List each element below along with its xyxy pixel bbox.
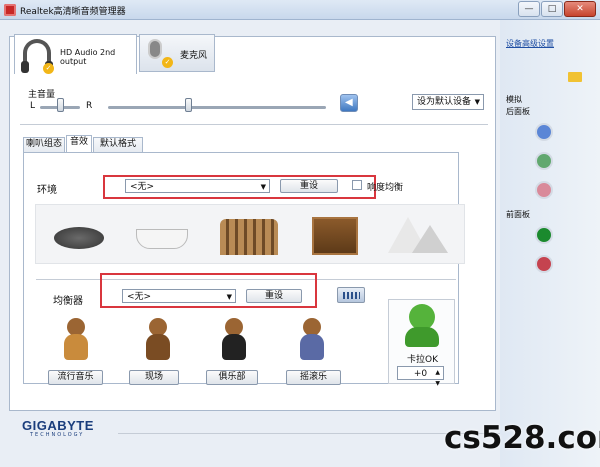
environment-wooden-stage[interactable] bbox=[294, 205, 378, 265]
master-volume-thumb[interactable] bbox=[185, 98, 192, 112]
equalizer-reset-button[interactable]: 重设 bbox=[246, 289, 302, 303]
speaker-mute-button[interactable]: ◀ bbox=[340, 94, 358, 112]
pop-icon bbox=[58, 318, 94, 362]
divider bbox=[20, 124, 488, 125]
front-panel-label: 前面板 bbox=[506, 210, 530, 219]
loudness-label: 响度均衡 bbox=[367, 183, 404, 193]
wooden-stage-icon bbox=[312, 217, 358, 255]
brand-subtitle: TECHNOLOGY bbox=[30, 432, 85, 438]
tab-speaker-config[interactable]: 喇叭组态 bbox=[23, 137, 65, 152]
karaoke-value: +0 bbox=[413, 369, 428, 379]
live-icon bbox=[140, 318, 176, 362]
environment-stone-disc[interactable] bbox=[36, 205, 120, 265]
eq-preset-rock-button[interactable]: 摇滚乐 bbox=[286, 370, 341, 385]
karaoke-panel: 卡拉OK +0 ▲ ▼ bbox=[388, 299, 455, 387]
speaker-icon: ◀ bbox=[345, 97, 353, 108]
rock-icon bbox=[294, 318, 330, 362]
rear-pink-jack[interactable] bbox=[535, 181, 553, 199]
dropdown-value: <无> bbox=[127, 292, 152, 302]
eq-preset-pop-button[interactable]: 流行音乐 bbox=[48, 370, 103, 385]
dropdown-value: 设为默认设备 bbox=[417, 97, 472, 107]
environment-presets bbox=[35, 204, 465, 264]
tab-default-format[interactable]: 默认格式 bbox=[93, 137, 143, 152]
balance-left-label: L bbox=[30, 101, 36, 111]
master-volume-label: 主音量 bbox=[28, 90, 56, 100]
chevron-down-icon: ▼ bbox=[474, 98, 480, 106]
front-green-jack[interactable] bbox=[535, 226, 553, 244]
karaoke-singer-body bbox=[405, 327, 439, 347]
connector-panel: 设备高级设置 模拟 后面板 前面板 bbox=[500, 20, 600, 467]
environment-opera-house[interactable] bbox=[380, 205, 464, 265]
maximize-button[interactable]: □ bbox=[541, 1, 563, 17]
chevron-down-icon: ▼ bbox=[260, 183, 266, 191]
graphic-eq-button[interactable] bbox=[337, 287, 365, 303]
tab-label: 麦克风 bbox=[180, 51, 208, 61]
app-icon bbox=[4, 4, 16, 16]
advanced-settings-link[interactable]: 设备高级设置 bbox=[506, 38, 554, 49]
environment-dropdown[interactable]: <无> ▼ bbox=[125, 179, 270, 193]
equalizer-label: 均衡器 bbox=[53, 296, 83, 307]
close-button[interactable]: ✕ bbox=[564, 1, 596, 17]
stepper-arrows-icon: ▲ ▼ bbox=[435, 369, 440, 387]
rear-green-jack[interactable] bbox=[535, 152, 553, 170]
loudness-checkbox[interactable] bbox=[352, 180, 362, 190]
analog-label: 模拟 bbox=[506, 95, 522, 104]
title-bar: Realtek高清晰音频管理器 — □ ✕ bbox=[0, 0, 600, 20]
balance-right-label: R bbox=[86, 101, 93, 111]
karaoke-label: 卡拉OK bbox=[407, 355, 438, 365]
environment-reset-button[interactable]: 重设 bbox=[280, 179, 338, 193]
tab-hd-audio-output[interactable]: ✓ HD Audio 2nd output bbox=[14, 34, 137, 74]
environment-label: 环境 bbox=[37, 185, 57, 196]
environment-colosseum[interactable] bbox=[208, 205, 292, 265]
equalizer-dropdown[interactable]: <无> ▼ bbox=[122, 289, 236, 303]
karaoke-stepper[interactable]: +0 ▲ ▼ bbox=[397, 366, 444, 387]
watermark: cs528.com bbox=[444, 420, 600, 456]
folder-icon[interactable] bbox=[568, 72, 582, 82]
environment-bathtub[interactable] bbox=[122, 205, 206, 265]
tab-microphone[interactable]: ✓ 麦克风 bbox=[139, 34, 215, 72]
rear-panel-label: 后面板 bbox=[506, 107, 530, 116]
colosseum-icon bbox=[220, 219, 278, 255]
microphone-icon bbox=[150, 41, 160, 57]
rear-blue-jack[interactable] bbox=[535, 123, 553, 141]
minimize-button[interactable]: — bbox=[518, 1, 540, 17]
eq-preset-live-button[interactable]: 现场 bbox=[129, 370, 179, 385]
equalizer-icon bbox=[343, 292, 360, 299]
check-icon: ✓ bbox=[162, 57, 173, 68]
brand-logo: GIGABYTE bbox=[22, 418, 94, 433]
front-pink-jack[interactable] bbox=[535, 255, 553, 273]
opera-house-shell bbox=[412, 225, 448, 253]
tab-label: HD Audio 2nd output bbox=[60, 48, 116, 66]
dropdown-value: <无> bbox=[130, 182, 155, 192]
check-icon: ✓ bbox=[43, 63, 54, 74]
balance-thumb[interactable] bbox=[57, 98, 64, 112]
chevron-down-icon: ▼ bbox=[226, 293, 232, 301]
club-icon bbox=[216, 318, 252, 362]
tab-sound-effects[interactable]: 音效 bbox=[66, 135, 92, 152]
bathtub-icon bbox=[136, 229, 188, 249]
set-default-device-dropdown[interactable]: 设为默认设备 ▼ bbox=[412, 94, 484, 110]
window-title: Realtek高清晰音频管理器 bbox=[20, 7, 126, 17]
eq-preset-club-button[interactable]: 俱乐部 bbox=[206, 370, 258, 385]
stone-disc-icon bbox=[54, 227, 104, 249]
master-volume-slider[interactable] bbox=[108, 106, 326, 109]
